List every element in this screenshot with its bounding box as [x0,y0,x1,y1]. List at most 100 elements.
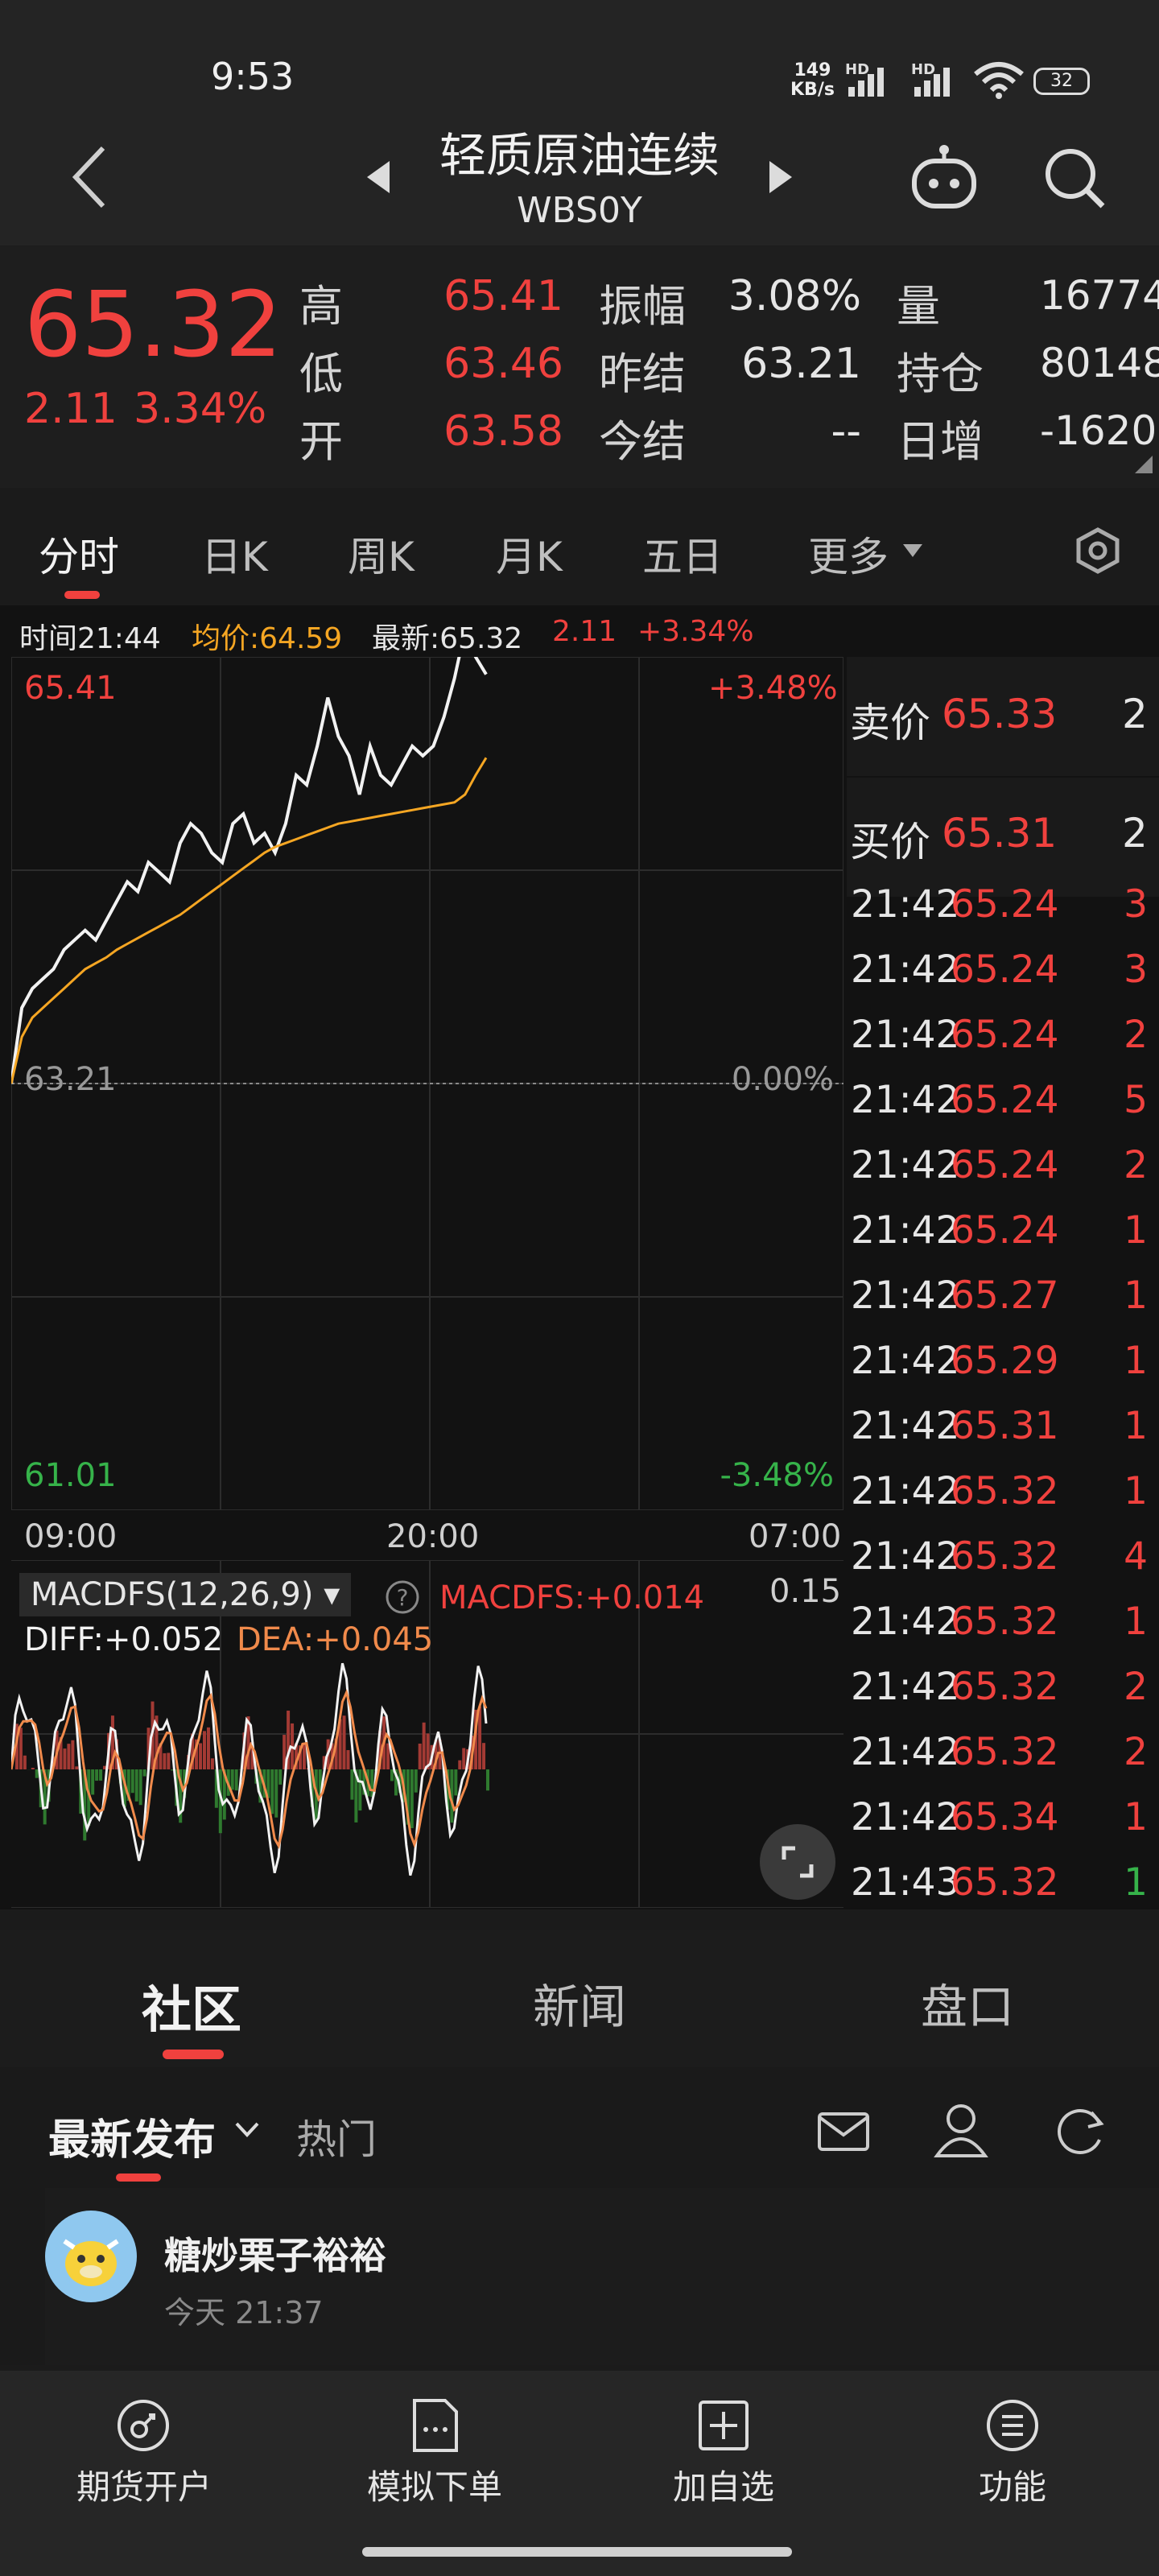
contract-title: 轻质原油连续 [439,128,720,183]
tick-time: 21:42 [851,1534,960,1579]
contract-code: WBS0Y [517,190,642,231]
tab-orderbook[interactable]: 盘口 [921,1969,1014,2037]
tick-volume: 1 [1124,1339,1148,1383]
tab-monthly-k[interactable]: 月K [496,525,563,583]
macd-scale: 0.15 [769,1573,842,1610]
tick-time: 21:42 [851,1013,960,1057]
tick-row: 21:42 65.31 1 [849,1391,1159,1456]
tick-time: 21:42 [851,1339,960,1383]
back-icon[interactable] [64,143,113,211]
diff-value: DIFF:+0.052 [24,1621,224,1658]
nav-account-open[interactable]: 期货开户 [43,2460,245,2509]
volume-label: 量 [897,281,940,332]
macd-bar [75,1766,79,1769]
tick-price: 65.32 [951,1534,1059,1579]
battery-icon: 32 [1033,68,1090,95]
macd-bar [35,1769,39,1778]
user-icon[interactable] [932,2099,990,2161]
oi-label: 持仓 [897,349,984,399]
simulate-order-icon[interactable] [406,2397,463,2454]
macd-bar [67,1744,71,1769]
price-change-pct: 3.34% [134,385,267,433]
tick-time: 21:43 [851,1860,960,1905]
tab-news[interactable]: 新闻 [533,1969,626,2037]
ask-volume: 2 [1122,691,1148,737]
tick-price: 65.24 [951,947,1059,992]
amplitude-label: 振幅 [599,281,686,332]
today-settle-label: 今结 [599,416,686,467]
tick-time: 21:42 [851,1730,960,1774]
tick-time: 21:42 [851,1469,960,1513]
tick-price: 65.34 [951,1795,1059,1839]
tab-daily-k[interactable]: 日K [201,525,268,583]
tab-community[interactable]: 社区 [142,1969,241,2041]
tab-intraday[interactable]: 分时 [39,525,119,583]
nav-add-watchlist[interactable]: 加自选 [623,2460,824,2509]
tick-time: 21:42 [851,1665,960,1709]
high-value: 65.41 [443,272,563,320]
tick-row: 21:42 65.24 2 [849,1000,1159,1065]
tick-volume: 1 [1124,1274,1148,1318]
tick-volume: 1 [1124,1600,1148,1644]
macd-bar [202,1731,206,1769]
nav-functions[interactable]: 功能 [912,2460,1113,2509]
avatar[interactable] [45,2211,137,2302]
tick-price: 65.24 [951,1208,1059,1253]
macd-bar [210,1758,214,1769]
post-time: 今天 21:37 [164,2295,324,2330]
tick-time: 21:42 [851,1404,960,1448]
nav-simulate-order[interactable]: 模拟下单 [334,2460,535,2509]
macd-bar [346,1750,350,1769]
prev-contract-icon[interactable] [364,158,393,196]
macd-bar [71,1740,75,1769]
macd-bar [138,1769,142,1806]
menu-icon[interactable] [984,2397,1041,2454]
robot-assistant-icon[interactable] [908,142,980,211]
info-time: 时间21:44 [19,622,161,655]
fullscreen-button[interactable] [760,1824,835,1900]
signal-icon [848,68,884,97]
community-tab-indicator [163,2050,224,2059]
macd-bar [95,1769,99,1781]
feed-tab-latest[interactable]: 最新发布 [48,2106,216,2166]
tab-five-day[interactable]: 五日 [642,525,723,583]
add-watchlist-icon[interactable] [695,2397,752,2454]
macd-bar [278,1769,283,1785]
tab-more[interactable]: 更多 [808,525,889,583]
expand-corner-icon[interactable] [1135,456,1153,473]
help-icon[interactable]: ? [385,1579,420,1615]
prev-settle-label: 昨结 [599,349,686,399]
next-contract-icon[interactable] [766,158,795,196]
account-open-icon[interactable] [115,2397,171,2454]
macd-bar [302,1744,306,1769]
tick-volume: 2 [1124,1143,1148,1187]
macd-selector[interactable]: MACDFS(12,26,9) ▾ [19,1573,352,1616]
dea-value: DEA:+0.045 [237,1621,434,1658]
macd-bar [410,1769,414,1828]
tick-volume: 4 [1124,1534,1148,1579]
feed-tab-hot[interactable]: 热门 [296,2107,377,2165]
post-author[interactable]: 糖炒栗子裕裕 [164,2227,386,2280]
refresh-icon[interactable] [1051,2101,1109,2159]
macd-bar [462,1748,466,1769]
info-change: 2.11 [552,615,617,648]
y-label-bottom-pct: -3.48% [720,1457,834,1494]
daily-inc-label: 日增 [897,416,984,467]
tick-price: 65.32 [951,1665,1059,1709]
mail-icon[interactable] [815,2103,872,2161]
tick-price: 65.32 [951,1469,1059,1513]
tick-time: 21:42 [851,882,960,927]
open-label: 开 [299,416,343,467]
y-label-bottom: 61.01 [24,1457,117,1494]
search-icon[interactable] [1041,145,1109,213]
tab-weekly-k[interactable]: 周K [348,525,415,583]
network-speed: 149 KB/s [790,60,835,100]
settings-hexagon-icon[interactable] [1074,526,1122,575]
macd-bar [422,1722,426,1769]
macd-bar [99,1769,103,1781]
home-indicator [362,2547,792,2557]
tick-price: 65.32 [951,1600,1059,1644]
y-label-top: 65.41 [24,670,117,707]
macd-bar [134,1769,138,1802]
tick-time: 21:42 [851,1078,960,1122]
